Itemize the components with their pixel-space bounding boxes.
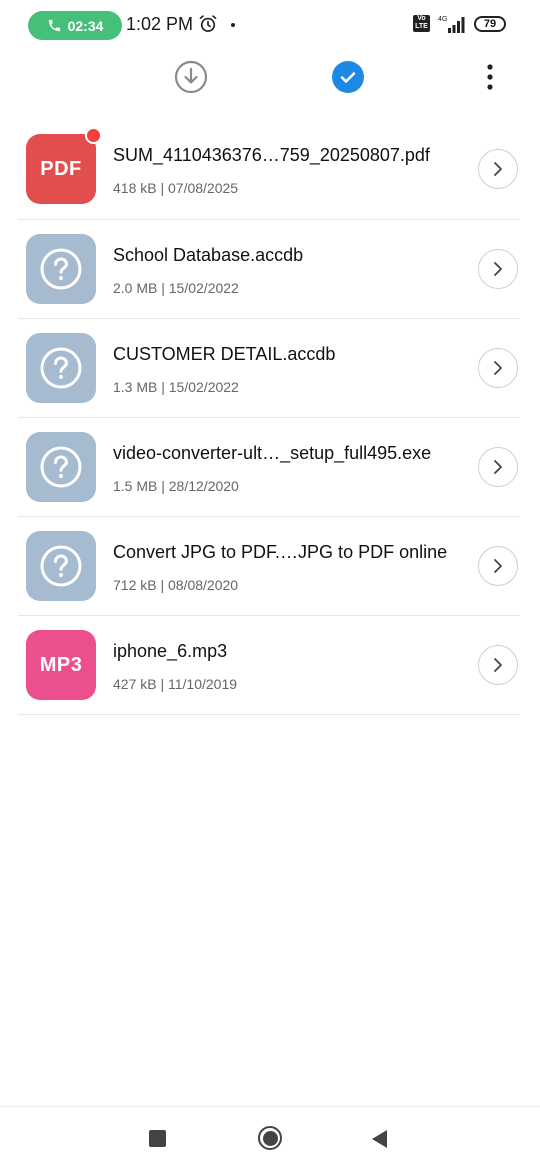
file-name: School Database.accdb [113, 245, 304, 265]
unknown-file-icon [26, 333, 96, 403]
file-name: CUSTOMER DETAIL.accdb [113, 344, 336, 364]
more-vertical-icon[interactable] [480, 61, 500, 93]
ongoing-call-pill[interactable]: 02:34 [28, 11, 122, 40]
download-icon[interactable] [174, 60, 208, 94]
network-type: 4G [438, 16, 447, 23]
open-details-button[interactable] [478, 447, 518, 487]
system-navigation-bar [0, 1106, 540, 1171]
chevron-right-icon [494, 262, 502, 276]
list-item[interactable]: Convert JPG to PDF.…JPG to PDF online 71… [18, 517, 520, 616]
file-icon-label: MP3 [39, 653, 83, 676]
question-mark-icon [40, 545, 82, 587]
chevron-right-icon [494, 658, 502, 672]
file-meta: 1.3 MB | 15/02/2022 [113, 379, 239, 395]
call-timer: 02:34 [67, 17, 104, 34]
chevron-right-icon [494, 559, 502, 573]
notification-dot [231, 23, 235, 27]
unknown-file-icon [26, 531, 96, 601]
phone-icon [48, 19, 60, 32]
battery-icon: 79 [474, 16, 506, 32]
check-circle-icon[interactable] [331, 60, 365, 94]
file-meta: 2.0 MB | 15/02/2022 [113, 280, 239, 296]
unread-dot [85, 127, 102, 144]
chevron-right-icon [494, 162, 502, 176]
chevron-right-icon [494, 361, 502, 375]
file-name: video-converter-ult…_setup_full495.exe [113, 443, 432, 463]
chevron-right-icon [494, 460, 502, 474]
home-icon[interactable] [258, 1126, 282, 1150]
status-bar: 02:34 1:02 PM Vo LTE 4G 79 [0, 0, 540, 50]
open-details-button[interactable] [478, 249, 518, 289]
list-item[interactable]: PDF SUM_4110436376…759_20250807.pdf 418 … [18, 120, 520, 220]
pdf-file-icon: PDF [26, 127, 102, 204]
signal-icon: 4G [438, 16, 465, 33]
list-item[interactable]: video-converter-ult…_setup_full495.exe 1… [18, 418, 520, 517]
question-mark-icon [40, 347, 82, 389]
alarm-icon [199, 15, 217, 32]
open-details-button[interactable] [478, 645, 518, 685]
unknown-file-icon [26, 234, 96, 304]
open-details-button[interactable] [478, 348, 518, 388]
open-details-button[interactable] [478, 546, 518, 586]
file-name: iphone_6.mp3 [113, 641, 228, 661]
status-time: 1:02 PM [126, 14, 194, 34]
top-toolbar [0, 55, 540, 101]
file-name: Convert JPG to PDF.…JPG to PDF online [113, 542, 448, 562]
back-icon[interactable] [371, 1129, 389, 1149]
file-icon-label: PDF [40, 157, 82, 180]
question-mark-icon [40, 248, 82, 290]
battery-level: 79 [483, 18, 497, 30]
list-item[interactable]: MP3 iphone_6.mp3 427 kB | 11/10/2019 [18, 616, 520, 715]
file-name: SUM_4110436376…759_20250807.pdf [113, 145, 430, 165]
mp3-file-icon: MP3 [26, 630, 96, 700]
file-meta: 427 kB | 11/10/2019 [113, 676, 238, 692]
unknown-file-icon [26, 432, 96, 502]
volte-badge: Vo LTE [413, 15, 430, 32]
list-item[interactable]: CUSTOMER DETAIL.accdb 1.3 MB | 15/02/202… [18, 319, 520, 418]
recents-icon[interactable] [149, 1130, 166, 1147]
list-item[interactable]: School Database.accdb 2.0 MB | 15/02/202… [18, 220, 520, 319]
file-meta: 418 kB | 07/08/2025 [113, 180, 239, 196]
file-list: PDF SUM_4110436376…759_20250807.pdf 418 … [18, 120, 520, 715]
file-meta: 1.5 MB | 28/12/2020 [113, 478, 239, 494]
file-meta: 712 kB | 08/08/2020 [113, 577, 239, 593]
open-details-button[interactable] [478, 149, 518, 189]
question-mark-icon [40, 446, 82, 488]
